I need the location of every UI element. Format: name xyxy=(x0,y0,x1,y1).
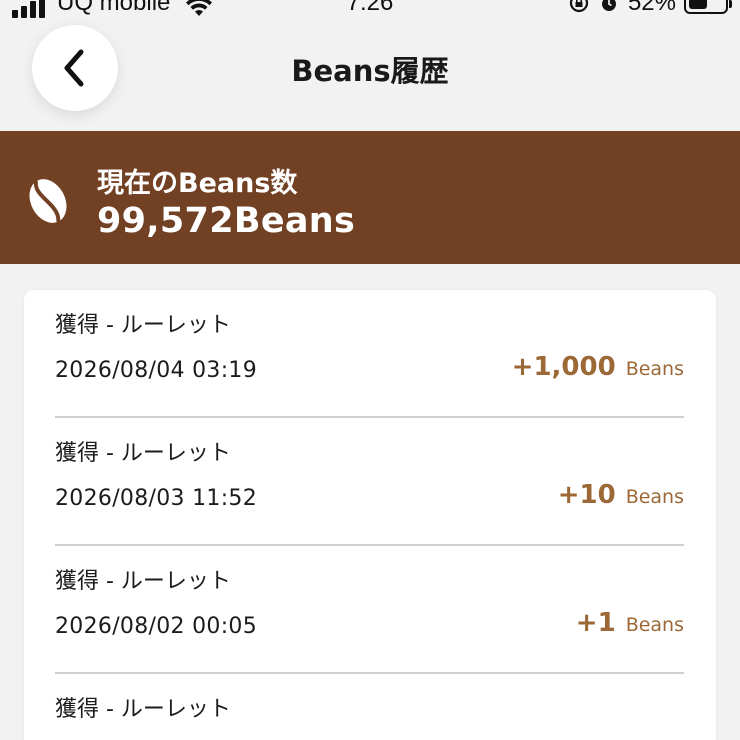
battery-percent: 52% xyxy=(627,0,676,16)
balance-value: 99,572Beans xyxy=(97,201,356,241)
battery-tip xyxy=(729,0,732,8)
history-card: 獲得 - ルーレット 2026/08/04 03:19 +1,000 Beans… xyxy=(24,290,716,740)
header: Beans履歴 xyxy=(0,20,740,120)
history-item[interactable]: 獲得 - ルーレット 2026/08/02 00:05 +1 Beans xyxy=(55,546,684,674)
history-item[interactable]: 獲得 - ルーレット 2026/08/04 03:19 +1,000 Beans xyxy=(55,290,684,418)
history-item-date: 2026/08/04 03:19 xyxy=(55,358,257,383)
history-item-amount-group: +1,000 Beans xyxy=(512,352,684,382)
history-item[interactable]: 獲得 - ルーレット xyxy=(55,674,684,740)
history-item-unit: Beans xyxy=(625,486,684,508)
history-item-amount: +1,000 xyxy=(511,352,616,382)
alarm-icon xyxy=(601,0,616,11)
history-item-type: 獲得 - ルーレット xyxy=(55,569,231,594)
history-item-unit: Beans xyxy=(625,614,684,636)
battery-level-fill xyxy=(689,0,707,9)
orientation-lock-icon xyxy=(569,0,589,13)
history-item-date: 2026/08/03 11:52 xyxy=(55,486,257,511)
history-item-unit: Beans xyxy=(625,358,684,380)
history-item-amount: +1 xyxy=(575,608,616,638)
history-item-type: 獲得 - ルーレット xyxy=(55,697,231,722)
history-item-type: 獲得 - ルーレット xyxy=(55,313,231,338)
history-item-amount-group: +1 Beans xyxy=(576,608,684,638)
status-right: 52% xyxy=(568,0,732,18)
history-item-amount: +10 xyxy=(557,480,616,510)
history-item-date: 2026/08/02 00:05 xyxy=(55,614,257,639)
history-item[interactable]: 獲得 - ルーレット 2026/08/03 11:52 +10 Beans xyxy=(55,418,684,546)
status-bar: UQ mobile 7:26 52% xyxy=(0,0,740,18)
balance-banner: 現在のBeans数 99,572Beans xyxy=(0,131,740,264)
balance-label: 現在のBeans数 xyxy=(97,168,298,199)
history-item-amount-group: +10 Beans xyxy=(558,480,684,510)
coffee-bean-icon xyxy=(29,179,67,223)
battery-icon xyxy=(684,0,732,14)
page-title: Beans履歴 xyxy=(291,54,449,88)
history-item-type: 獲得 - ルーレット xyxy=(55,441,231,466)
